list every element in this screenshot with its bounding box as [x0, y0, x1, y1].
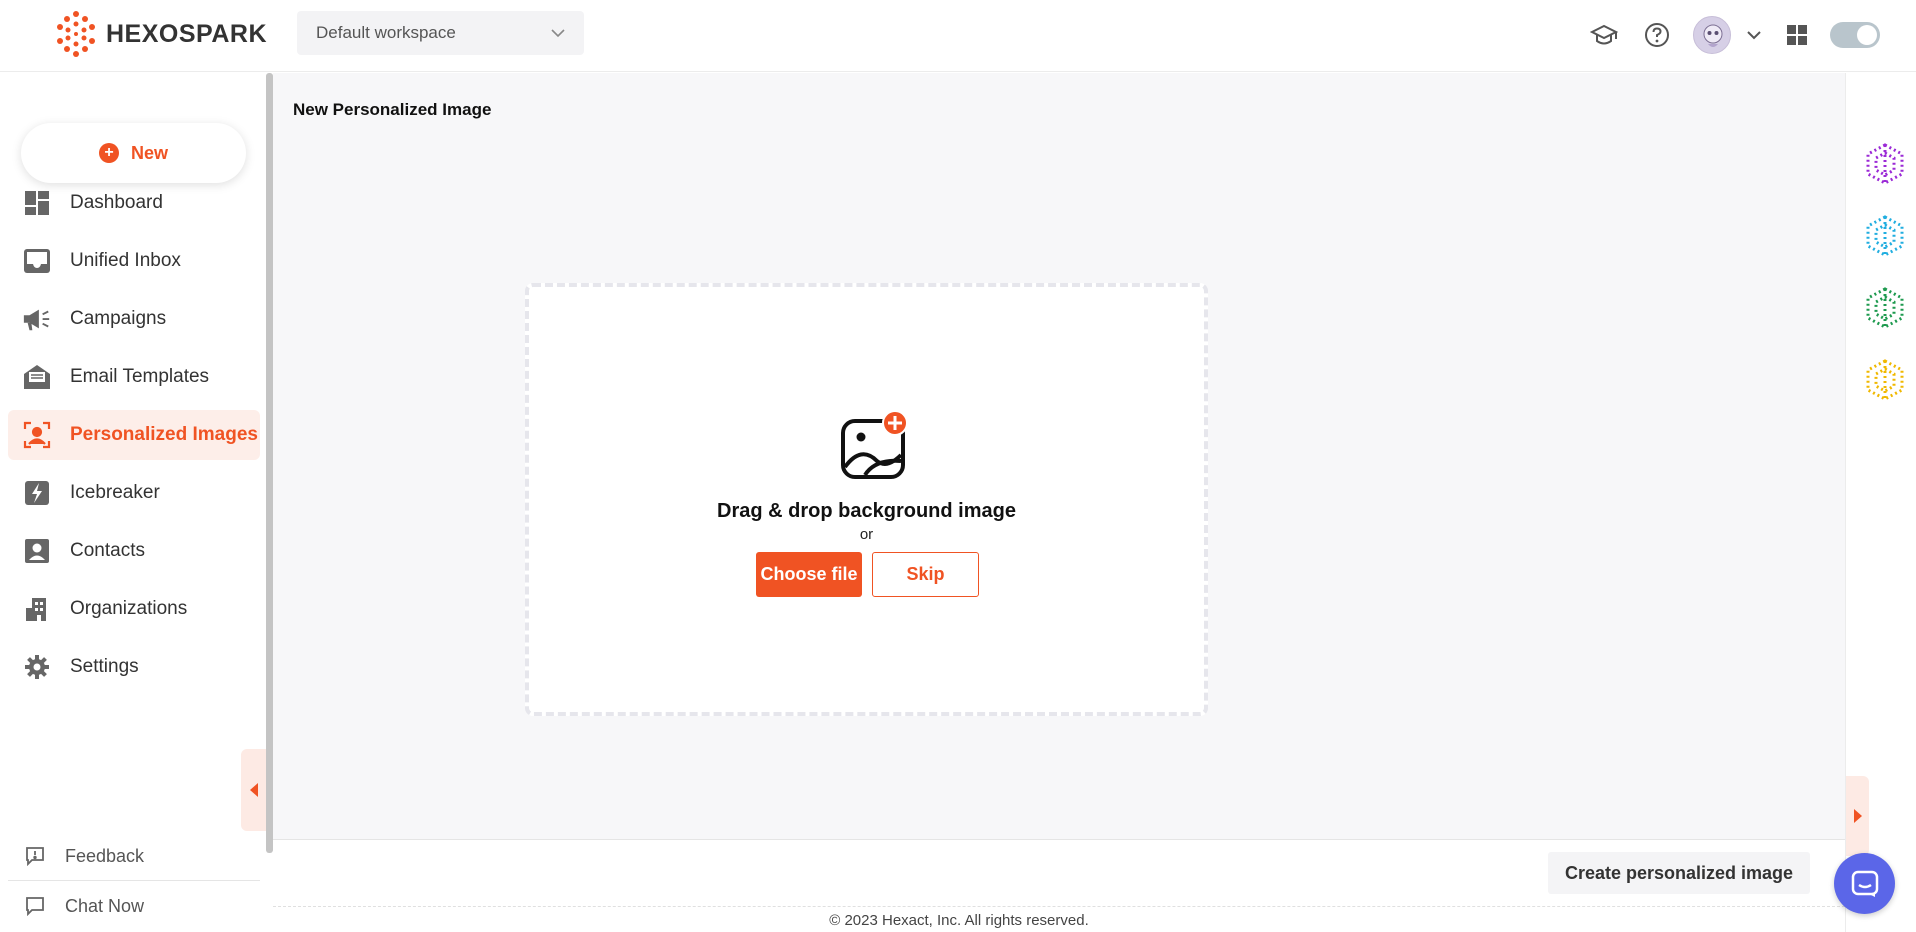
toggle-knob [1857, 25, 1877, 45]
new-button[interactable]: + New [21, 123, 246, 183]
sidebar-item-label: Icebreaker [70, 482, 160, 503]
hexofy-app-icon[interactable] [1865, 359, 1905, 401]
inbox-icon [22, 246, 52, 276]
dropzone-heading: Drag & drop background image [717, 500, 1016, 522]
top-bar: HEXOSPARK Default workspace [0, 0, 1916, 72]
add-image-icon [841, 411, 908, 479]
building-icon [22, 594, 52, 624]
contact-icon [22, 536, 52, 566]
right-rail-expand-button[interactable] [1846, 776, 1869, 856]
sidebar-item-icebreaker[interactable]: Icebreaker [8, 468, 260, 518]
skip-button[interactable]: Skip [872, 552, 979, 597]
page-title: New Personalized Image [293, 100, 492, 119]
email-template-icon [22, 362, 52, 392]
sidebar-item-contacts[interactable]: Contacts [8, 526, 260, 576]
help-icon[interactable] [1642, 20, 1672, 50]
sidebar-item-label: Organizations [70, 598, 188, 619]
hexomatic-app-icon[interactable] [1865, 143, 1905, 185]
dashboard-icon [22, 188, 52, 218]
footer-divider [273, 906, 1845, 907]
sidebar-item-email-templates[interactable]: Email Templates [8, 352, 260, 402]
sidebar-item-label: Settings [70, 656, 139, 677]
caret-left-icon [249, 783, 258, 797]
sidebar-item-organizations[interactable]: Organizations [8, 584, 260, 634]
sidebar-item-label: Contacts [70, 540, 145, 561]
right-rail [1845, 73, 1916, 932]
sidebar-item-label: Email Templates [70, 366, 210, 387]
feedback-icon [25, 846, 45, 866]
dropzone-or: or [859, 526, 874, 543]
hexowatch-app-icon[interactable] [1865, 215, 1905, 257]
footer-bar: Create personalized image © 2023 Hexact,… [273, 839, 1845, 932]
sidebar-item-unified-inbox[interactable]: Unified Inbox [8, 236, 260, 286]
hexospark-logo[interactable]: HEXOSPARK [52, 10, 267, 58]
chevron-down-icon [551, 29, 565, 38]
theme-toggle[interactable] [1830, 22, 1880, 48]
hexometer-app-icon[interactable] [1865, 287, 1905, 329]
gear-icon [22, 652, 52, 682]
account-menu-chevron-icon[interactable] [1739, 20, 1769, 50]
sidebar-item-dashboard[interactable]: Dashboard [8, 178, 260, 228]
chat-now-label: Chat Now [65, 895, 145, 916]
image-dropzone[interactable]: Drag & drop background image or Choose f… [525, 283, 1208, 716]
workspace-select-value: Default workspace [316, 23, 456, 42]
chat-launcher-button[interactable] [1834, 853, 1895, 914]
megaphone-icon [22, 304, 52, 334]
plus-icon: + [98, 143, 119, 163]
user-avatar-icon [1703, 24, 1723, 47]
sidebar-item-label: Campaigns [70, 308, 167, 329]
lightning-icon [22, 478, 52, 508]
sidebar-item-label: Personalized Images [70, 424, 258, 445]
hexospark-logo-icon [57, 11, 95, 57]
copyright-text: © 2023 Hexact, Inc. All rights reserved. [829, 912, 1089, 929]
workspace-select[interactable]: Default workspace [297, 11, 584, 55]
new-button-label: New [130, 142, 168, 163]
sidebar-item-campaigns[interactable]: Campaigns [8, 294, 260, 344]
logo-text: HEXOSPARK [106, 19, 268, 48]
divider [8, 880, 260, 881]
main-content: New Personalized Image Drag & drop backg… [273, 73, 1845, 839]
feedback-link[interactable]: Feedback [8, 832, 260, 880]
apps-grid-icon[interactable] [1782, 20, 1812, 50]
chat-now-link[interactable]: Chat Now [8, 882, 260, 930]
sidebar: + New Dashboard Unified Inbox Campaigns … [0, 73, 273, 932]
academy-icon[interactable] [1589, 20, 1619, 50]
avatar[interactable] [1693, 16, 1731, 54]
sidebar-scrollbar[interactable] [266, 73, 273, 853]
personalized-image-icon [22, 420, 52, 450]
sidebar-item-personalized-images[interactable]: Personalized Images [8, 410, 260, 460]
feedback-label: Feedback [65, 845, 145, 866]
sidebar-item-label: Unified Inbox [70, 250, 181, 271]
sidebar-item-settings[interactable]: Settings [8, 642, 260, 692]
choose-file-button[interactable]: Choose file [756, 552, 862, 597]
sidebar-collapse-button[interactable] [241, 749, 266, 831]
chat-icon [25, 896, 45, 916]
sidebar-item-label: Dashboard [70, 192, 163, 213]
chat-bubble-icon [1851, 870, 1878, 897]
caret-right-icon [1853, 809, 1862, 823]
create-personalized-image-button[interactable]: Create personalized image [1548, 852, 1810, 894]
